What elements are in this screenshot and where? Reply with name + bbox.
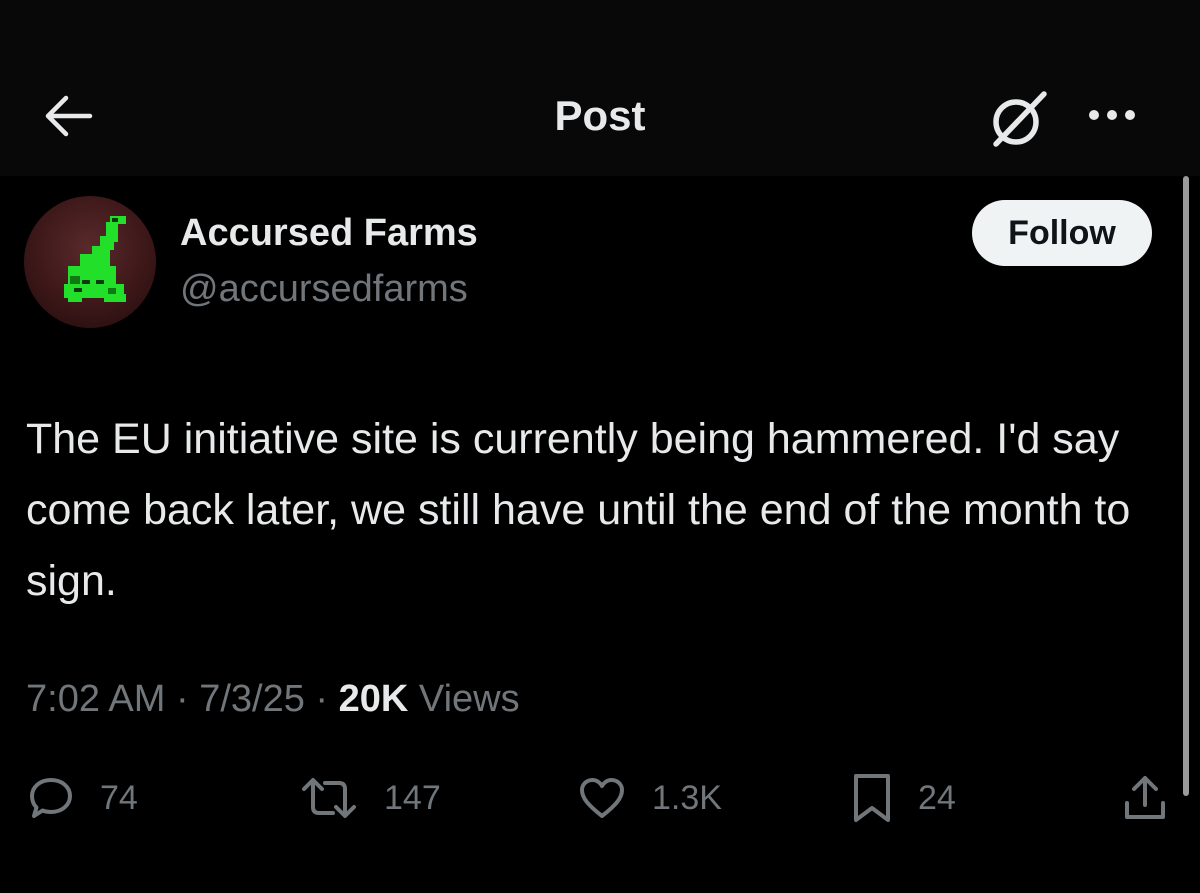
meta-separator: · bbox=[304, 678, 339, 720]
repost-count: 147 bbox=[384, 778, 441, 817]
grok-icon bbox=[993, 91, 1047, 147]
like-count: 1.3K bbox=[652, 778, 722, 817]
bookmark-button[interactable]: 24 bbox=[852, 770, 956, 826]
post-metadata: 7:02 AM · 7/3/25 · 20K Views bbox=[26, 678, 520, 721]
share-button[interactable] bbox=[1122, 770, 1168, 826]
author-handle[interactable]: @accursedfarms bbox=[180, 268, 468, 311]
meta-separator: · bbox=[165, 678, 200, 720]
reply-icon bbox=[30, 778, 72, 818]
like-button[interactable]: 1.3K bbox=[578, 770, 722, 826]
scrollbar[interactable] bbox=[1183, 176, 1189, 796]
more-options-button[interactable] bbox=[1082, 100, 1142, 130]
bookmark-icon bbox=[854, 774, 890, 822]
share-icon bbox=[1125, 776, 1165, 819]
more-dots-icon bbox=[1089, 110, 1135, 120]
reply-button[interactable]: 74 bbox=[28, 770, 138, 826]
heart-icon bbox=[580, 778, 624, 818]
post-time[interactable]: 7:02 AM bbox=[26, 678, 165, 720]
repost-icon bbox=[302, 778, 356, 818]
green-pixel-creature-avatar bbox=[64, 216, 126, 302]
avatar[interactable] bbox=[24, 196, 156, 328]
bookmark-count: 24 bbox=[918, 778, 956, 817]
follow-button[interactable]: Follow bbox=[972, 200, 1152, 266]
views-count[interactable]: 20K bbox=[339, 678, 409, 720]
views-label: Views bbox=[418, 678, 520, 720]
reply-count: 74 bbox=[100, 778, 138, 817]
post-date[interactable]: 7/3/25 bbox=[199, 678, 305, 720]
post-text: The EU initiative site is currently bein… bbox=[26, 415, 1131, 605]
top-bar: Post bbox=[0, 0, 1200, 176]
repost-button[interactable]: 147 bbox=[300, 770, 441, 826]
author-display-name[interactable]: Accursed Farms bbox=[180, 212, 478, 255]
grok-button[interactable] bbox=[986, 88, 1056, 148]
